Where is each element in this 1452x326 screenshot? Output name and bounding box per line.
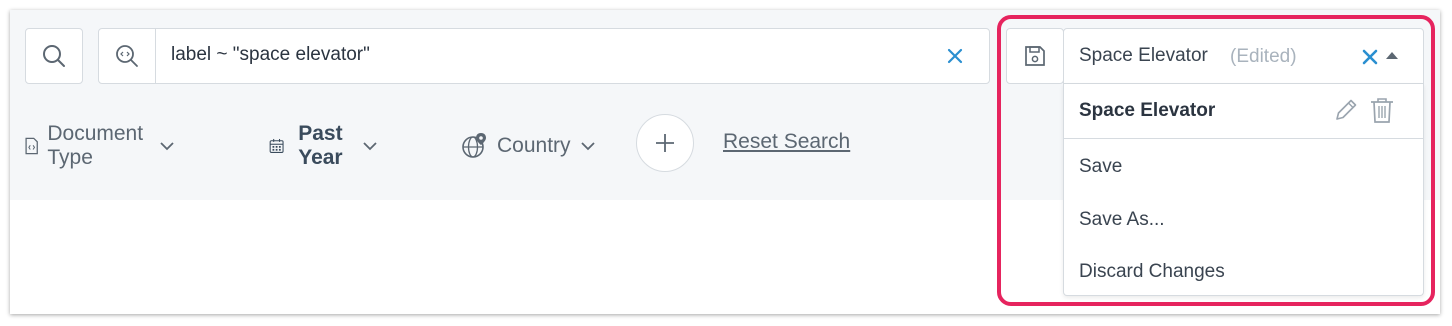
saved-search-select[interactable]: Space Elevator (Edited)	[1063, 28, 1424, 84]
save-menu-item[interactable]: Save	[1079, 156, 1122, 178]
search-icon	[43, 45, 65, 67]
search-button[interactable]	[25, 28, 83, 84]
country-filter-label: Country	[497, 134, 571, 157]
discard-changes-menu-item[interactable]: Discard Changes	[1079, 261, 1225, 283]
plus-icon	[656, 134, 674, 152]
code-search-icon	[116, 45, 138, 67]
query-input[interactable]: label ~ "space elevator"	[171, 44, 370, 66]
add-filter-button[interactable]	[636, 114, 694, 172]
caret-up-icon[interactable]	[1386, 51, 1398, 59]
reset-search-link[interactable]: Reset Search	[723, 130, 850, 154]
globe-pin-icon	[462, 133, 486, 158]
document-type-filter[interactable]: Document Type	[24, 122, 174, 170]
calendar-icon	[269, 138, 284, 153]
chevron-down-icon	[160, 141, 174, 151]
saved-search-title: Space Elevator	[1079, 100, 1216, 121]
clear-query-button[interactable]	[943, 44, 967, 68]
trash-icon[interactable]	[1369, 96, 1395, 124]
search-panel: label ~ "space elevator" Document Type P…	[10, 10, 1440, 314]
chevron-down-icon	[363, 141, 378, 151]
clear-icon[interactable]	[1361, 48, 1379, 66]
document-code-icon	[25, 137, 38, 155]
pencil-icon[interactable]	[1333, 97, 1359, 123]
saved-search-dropdown-header: Space Elevator	[1064, 84, 1423, 139]
saved-search-button[interactable]	[1006, 28, 1064, 84]
saved-search-dropdown: Space Elevator Save Save As... Discard C…	[1063, 84, 1424, 296]
save-as-menu-item[interactable]: Save As...	[1079, 209, 1165, 231]
country-filter[interactable]: Country	[461, 122, 595, 170]
floppy-disk-icon	[1025, 46, 1045, 66]
date-filter-label: Past Year	[298, 122, 343, 169]
query-field[interactable]: label ~ "space elevator"	[98, 28, 990, 84]
document-type-label: Document Type	[47, 122, 144, 169]
saved-search-name: Space Elevator	[1079, 45, 1208, 66]
query-mode-button[interactable]	[99, 29, 156, 83]
chevron-down-icon	[580, 141, 595, 151]
clear-icon	[947, 48, 963, 64]
edited-label: (Edited)	[1230, 46, 1297, 67]
date-filter[interactable]: Past Year	[269, 122, 378, 170]
